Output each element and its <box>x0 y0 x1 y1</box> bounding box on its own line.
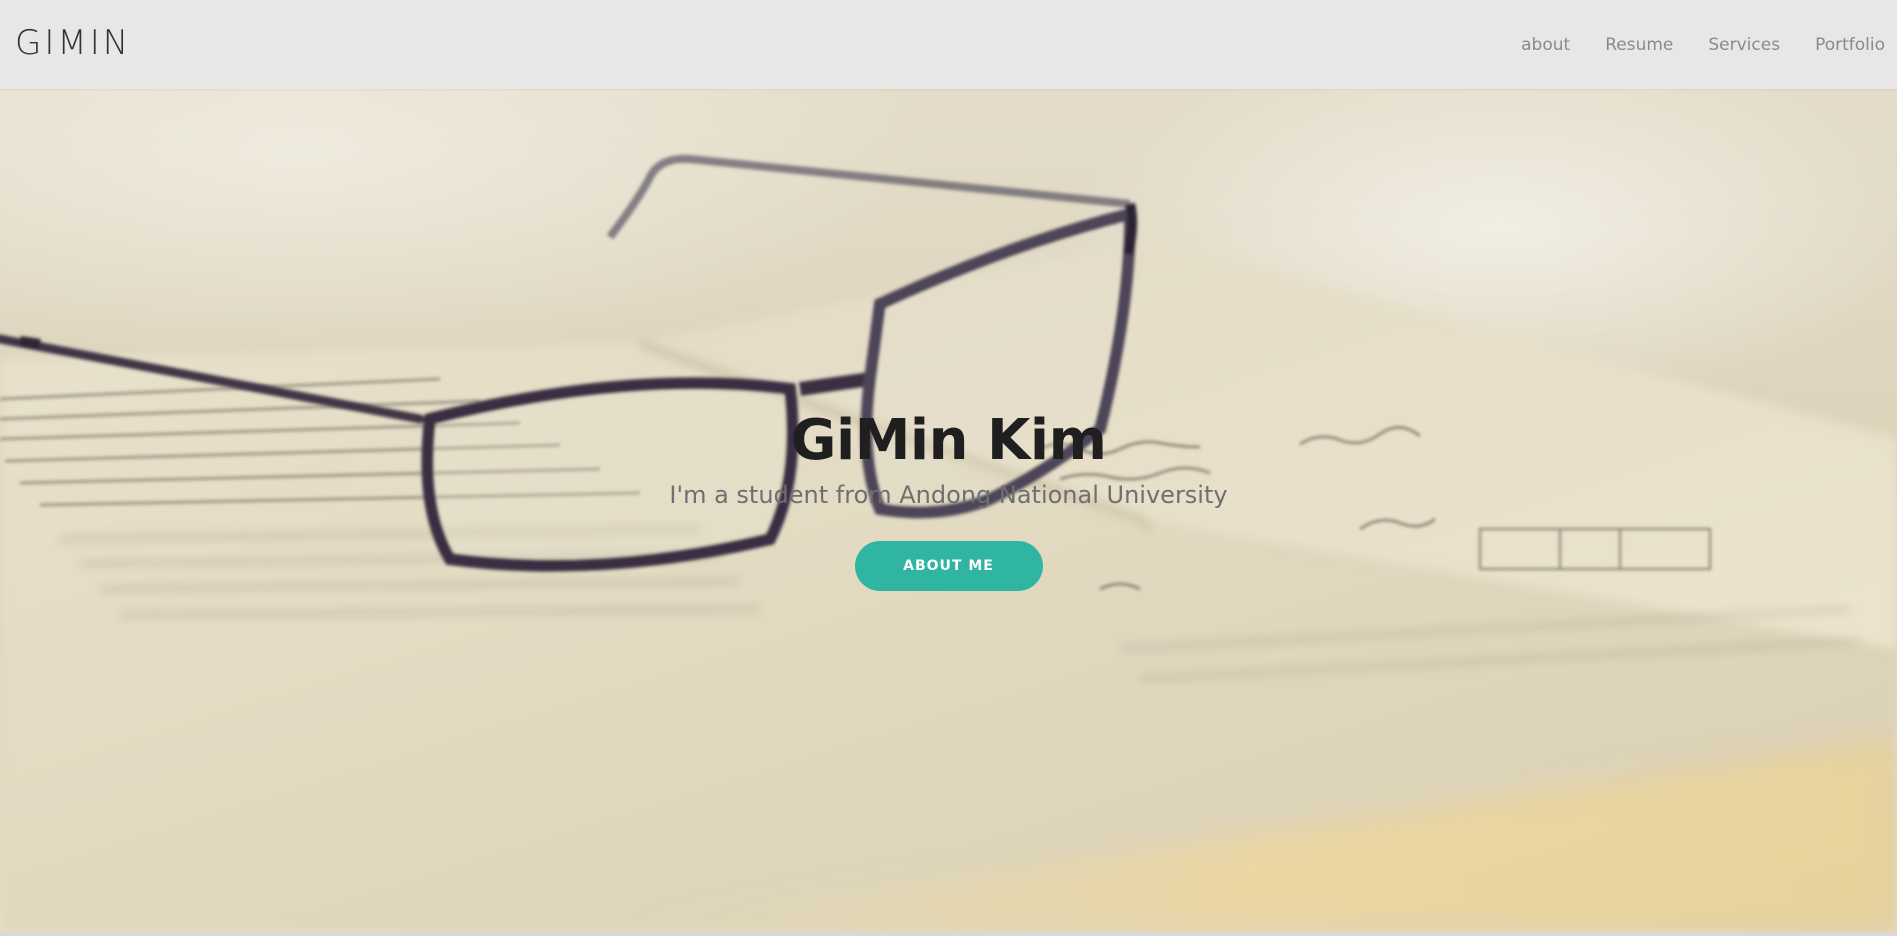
hero-title: GiMin Kim <box>790 408 1107 473</box>
nav-menu: about Resume Services Portfolio <box>1486 0 1885 89</box>
about-me-button[interactable]: ABOUT ME <box>854 541 1043 591</box>
nav-item-portfolio: Portfolio <box>1815 35 1885 55</box>
brand-logo[interactable]: GIMIN <box>15 0 131 89</box>
nav-link-resume[interactable]: Resume <box>1605 35 1673 55</box>
hero-section: GiMin Kim I'm a student from Andong Nati… <box>0 89 1897 932</box>
nav-link-portfolio[interactable]: Portfolio <box>1815 35 1885 55</box>
nav-link-about[interactable]: about <box>1521 35 1570 55</box>
nav-item-services: Services <box>1708 35 1780 55</box>
hero-content: GiMin Kim I'm a student from Andong Nati… <box>0 407 1897 591</box>
page: GIMIN about Resume Services Portfolio Gi… <box>0 0 1897 936</box>
top-navbar: GIMIN about Resume Services Portfolio <box>0 0 1897 89</box>
nav-link-services[interactable]: Services <box>1708 35 1780 55</box>
nav-item-resume: Resume <box>1605 35 1673 55</box>
nav-item-about: about <box>1521 35 1570 55</box>
page-bottom-divider <box>0 932 1897 936</box>
hero-subtitle: I'm a student from Andong National Unive… <box>669 481 1228 509</box>
